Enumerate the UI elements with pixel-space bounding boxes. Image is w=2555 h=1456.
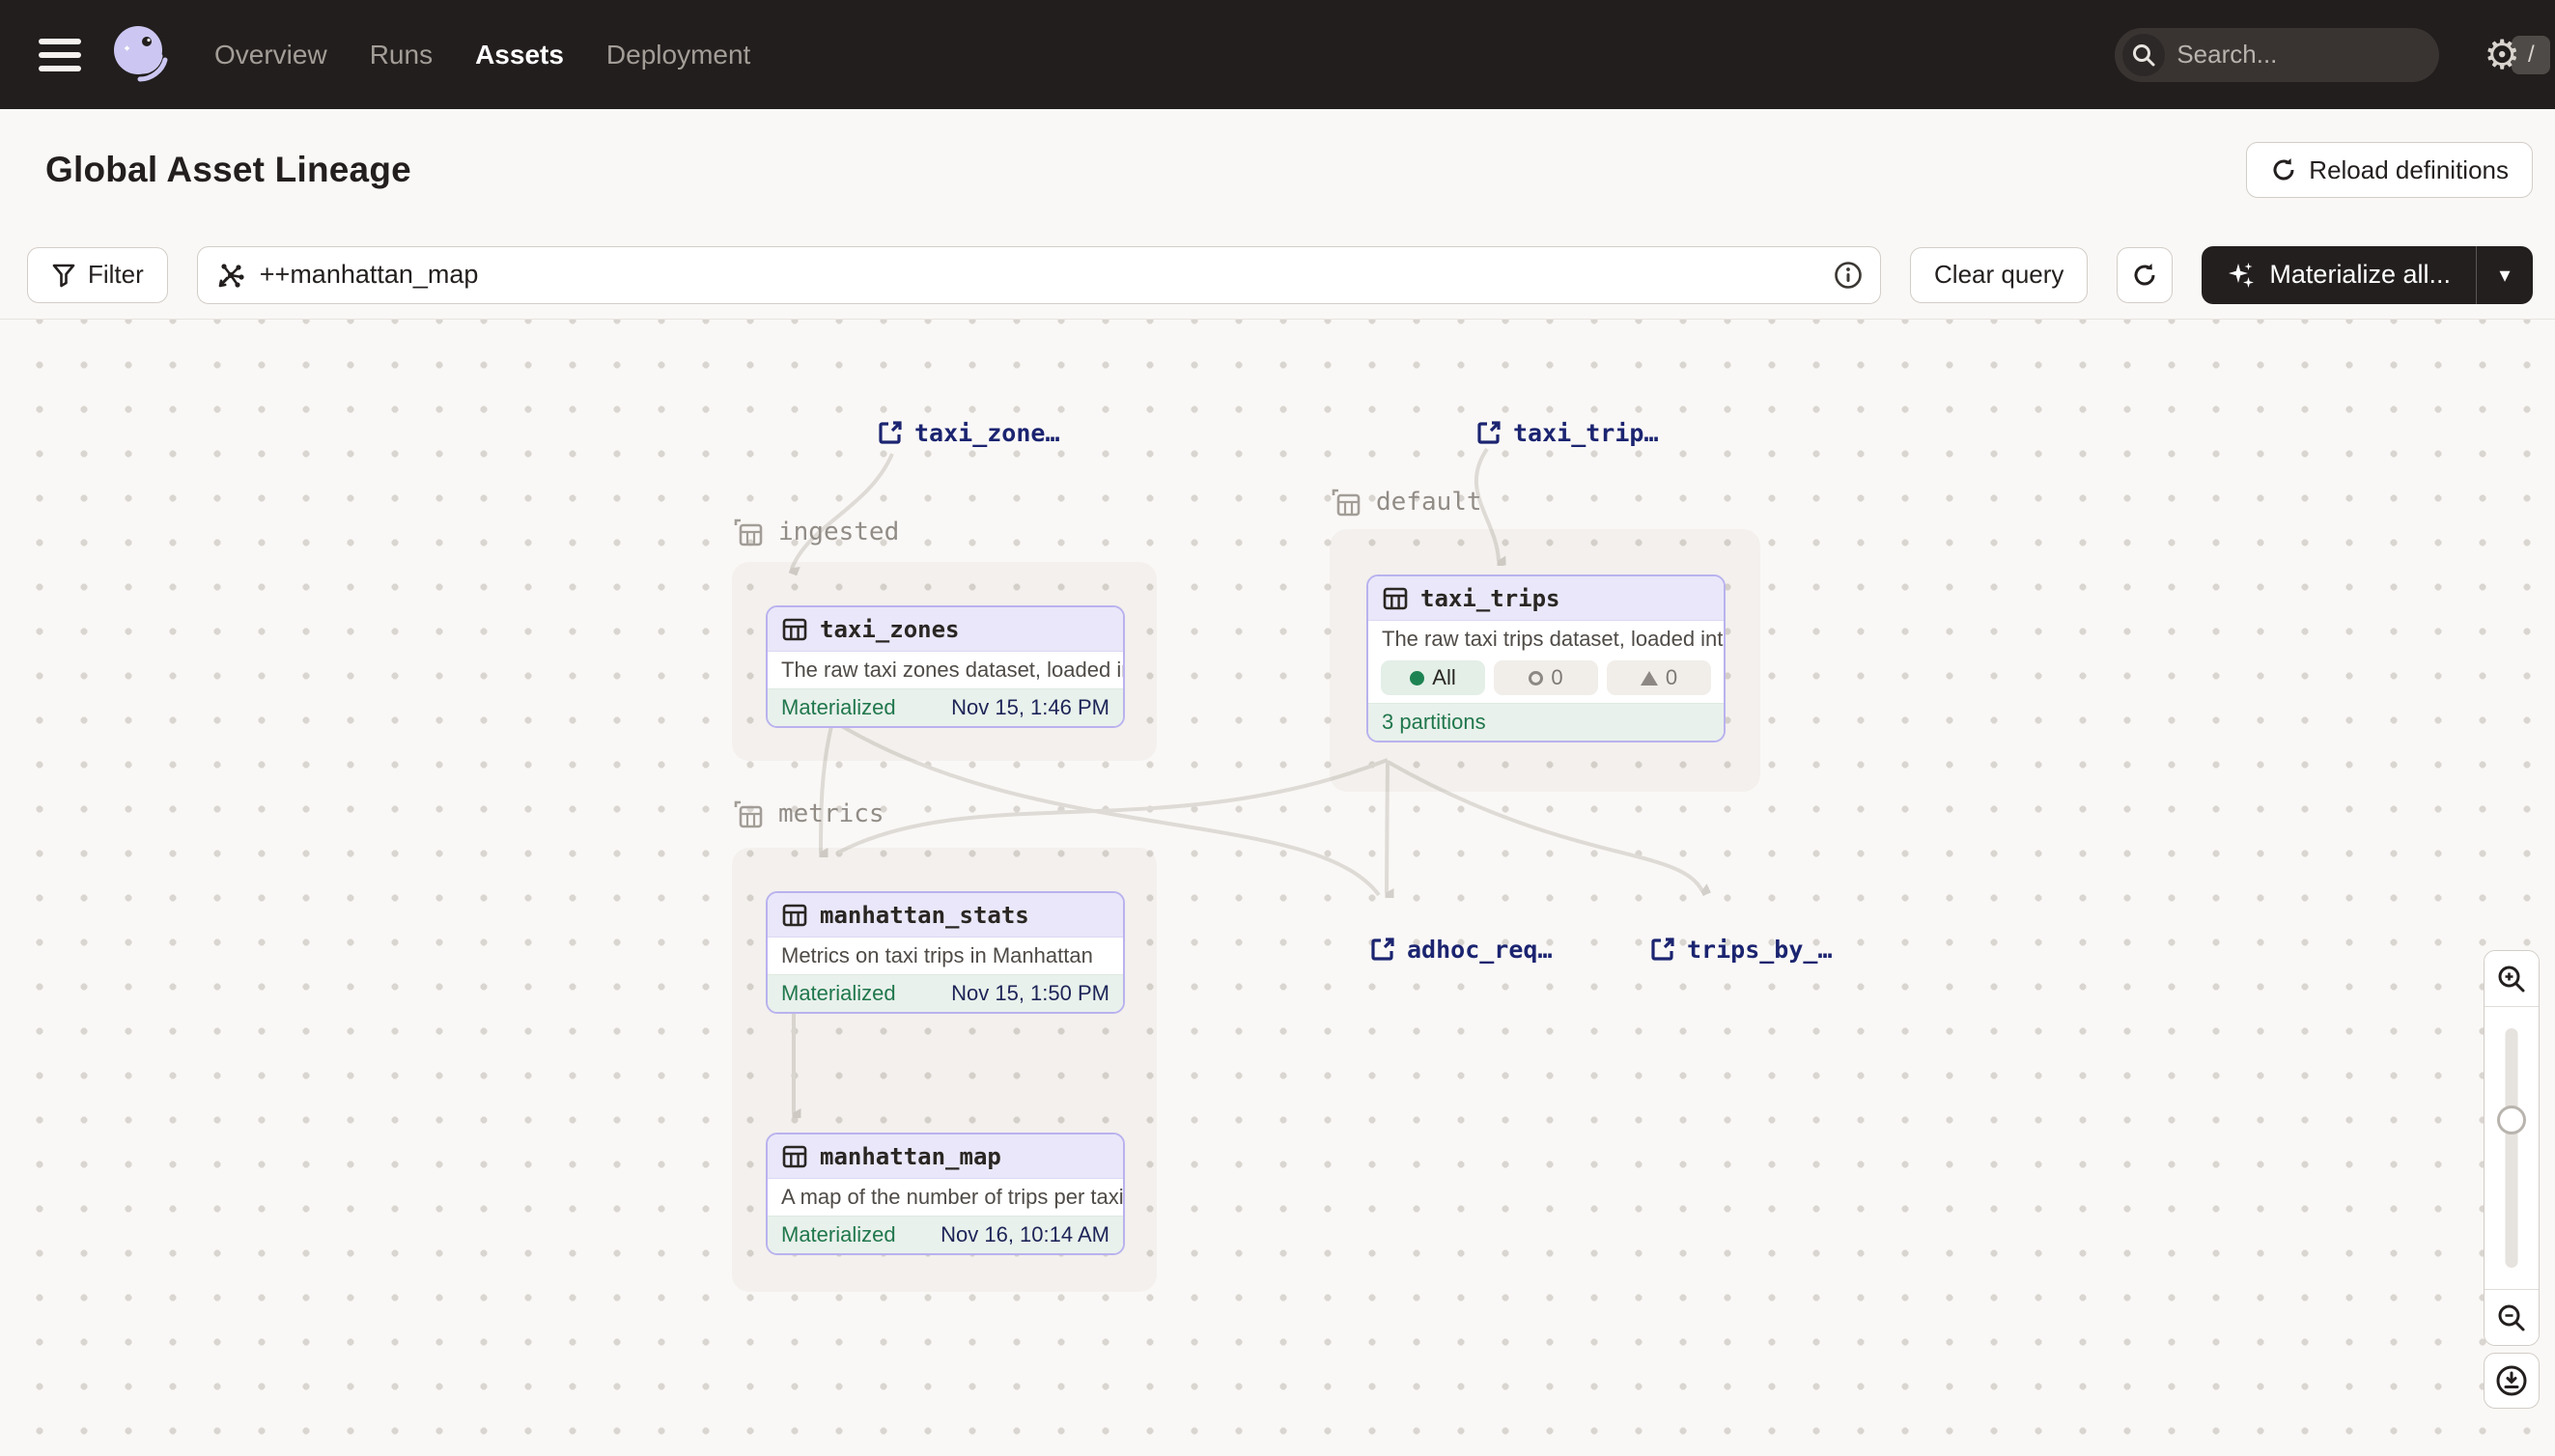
external-link-icon bbox=[1475, 420, 1502, 446]
table-icon bbox=[781, 1143, 808, 1170]
refresh-icon bbox=[2131, 262, 2158, 289]
nav-item-runs[interactable]: Runs bbox=[370, 40, 433, 70]
asset-selection-input[interactable] bbox=[197, 246, 1881, 304]
search-input[interactable] bbox=[2165, 40, 2512, 70]
download-icon bbox=[2494, 1363, 2529, 1398]
zoom-controls bbox=[2484, 950, 2540, 1409]
status-badge: Materialized bbox=[781, 695, 896, 720]
partitions-all-badge[interactable]: All bbox=[1381, 660, 1485, 695]
materialize-all-button[interactable]: Materialize all... ▾ bbox=[2202, 246, 2533, 304]
zoom-slider-thumb[interactable] bbox=[2497, 1106, 2526, 1134]
zoom-slider[interactable] bbox=[2485, 1006, 2539, 1290]
partitions-missing-badge[interactable]: 0 bbox=[1494, 660, 1598, 695]
reload-icon bbox=[2270, 156, 2297, 183]
lineage-edges bbox=[0, 320, 2555, 1456]
main-nav: Overview Runs Assets Deployment bbox=[214, 40, 750, 70]
asset-name: manhattan_map bbox=[820, 1143, 1001, 1170]
table-icon bbox=[781, 902, 808, 929]
asset-node-taxi-trips[interactable]: taxi_trips The raw taxi trips dataset, l… bbox=[1366, 574, 1726, 742]
success-dot-icon bbox=[1410, 671, 1424, 686]
query-input[interactable] bbox=[246, 260, 1834, 290]
settings-gear-icon[interactable]: ⚙ bbox=[2484, 35, 2520, 75]
external-asset-taxi-zone[interactable]: taxi_zone… bbox=[877, 419, 1060, 447]
dagster-logo-icon[interactable] bbox=[108, 23, 172, 87]
partitions-failed-badge[interactable]: 0 bbox=[1607, 660, 1711, 695]
funnel-icon bbox=[51, 263, 76, 288]
asset-name: manhattan_stats bbox=[820, 902, 1029, 929]
group-label-metrics[interactable]: metrics bbox=[732, 798, 884, 830]
download-image-button[interactable] bbox=[2484, 1353, 2540, 1409]
asset-description: The raw taxi zones dataset, loaded int..… bbox=[768, 652, 1123, 688]
nav-item-assets[interactable]: Assets bbox=[475, 40, 564, 70]
partitions-count[interactable]: 3 partitions bbox=[1382, 710, 1486, 735]
materialization-timestamp[interactable]: Nov 15, 1:50 PM bbox=[951, 981, 1109, 1006]
status-badge: Materialized bbox=[781, 981, 896, 1006]
group-icon bbox=[732, 516, 765, 548]
filter-button[interactable]: Filter bbox=[27, 247, 168, 303]
lineage-canvas[interactable]: ingested default metrics taxi_zone… bbox=[0, 320, 2555, 1456]
missing-ring-icon bbox=[1529, 671, 1543, 686]
info-icon[interactable] bbox=[1834, 261, 1863, 290]
table-icon bbox=[1382, 585, 1409, 612]
external-link-icon bbox=[1369, 937, 1395, 963]
group-icon bbox=[1330, 486, 1362, 518]
asset-description: A map of the number of trips per taxi z.… bbox=[768, 1179, 1123, 1216]
failed-triangle-icon bbox=[1641, 671, 1658, 686]
materialization-timestamp[interactable]: Nov 16, 10:14 AM bbox=[941, 1222, 1109, 1247]
asset-node-manhattan-map[interactable]: manhattan_map A map of the number of tri… bbox=[766, 1133, 1125, 1255]
top-nav: Overview Runs Assets Deployment / ⚙ bbox=[0, 0, 2555, 109]
asset-name: taxi_trips bbox=[1420, 585, 1560, 612]
refresh-button[interactable] bbox=[2117, 247, 2173, 303]
menu-icon[interactable] bbox=[39, 39, 81, 71]
status-badge: Materialized bbox=[781, 1222, 896, 1247]
asset-node-manhattan-stats[interactable]: manhattan_stats Metrics on taxi trips in… bbox=[766, 891, 1125, 1014]
external-link-icon bbox=[1649, 937, 1675, 963]
global-search[interactable]: / bbox=[2115, 28, 2439, 82]
page-header: Global Asset Lineage Reload definitions bbox=[0, 109, 2555, 231]
sparkle-icon bbox=[2227, 261, 2256, 290]
external-asset-taxi-trip[interactable]: taxi_trip… bbox=[1475, 419, 1659, 447]
external-asset-adhoc-request[interactable]: adhoc_req… bbox=[1369, 936, 1553, 964]
zoom-out-icon bbox=[2496, 1302, 2527, 1333]
lineage-toolbar: Filter Clear query bbox=[0, 231, 2555, 320]
op-selector-icon bbox=[215, 260, 246, 291]
asset-name: taxi_zones bbox=[820, 616, 960, 643]
asset-node-taxi-zones[interactable]: taxi_zones The raw taxi zones dataset, l… bbox=[766, 605, 1125, 728]
reload-definitions-button[interactable]: Reload definitions bbox=[2246, 142, 2533, 198]
asset-description: Metrics on taxi trips in Manhattan bbox=[768, 938, 1123, 974]
group-icon bbox=[732, 798, 765, 830]
table-icon bbox=[781, 616, 808, 643]
external-asset-trips-by[interactable]: trips_by_… bbox=[1649, 936, 1833, 964]
clear-query-button[interactable]: Clear query bbox=[1910, 247, 2088, 303]
page-title: Global Asset Lineage bbox=[45, 150, 411, 190]
zoom-in-icon bbox=[2496, 964, 2527, 994]
nav-item-deployment[interactable]: Deployment bbox=[606, 40, 750, 70]
search-icon bbox=[2122, 34, 2165, 76]
nav-item-overview[interactable]: Overview bbox=[214, 40, 327, 70]
asset-description: The raw taxi trips dataset, loaded into … bbox=[1368, 621, 1724, 658]
zoom-out-button[interactable] bbox=[2485, 1290, 2539, 1345]
partition-health-badges: All 0 0 bbox=[1368, 658, 1724, 703]
zoom-in-button[interactable] bbox=[2485, 951, 2539, 1006]
group-label-default[interactable]: default bbox=[1330, 486, 1482, 518]
group-label-ingested[interactable]: ingested bbox=[732, 516, 899, 548]
materialize-dropdown-caret[interactable]: ▾ bbox=[2477, 246, 2533, 304]
external-link-icon bbox=[877, 420, 903, 446]
materialization-timestamp[interactable]: Nov 15, 1:46 PM bbox=[951, 695, 1109, 720]
